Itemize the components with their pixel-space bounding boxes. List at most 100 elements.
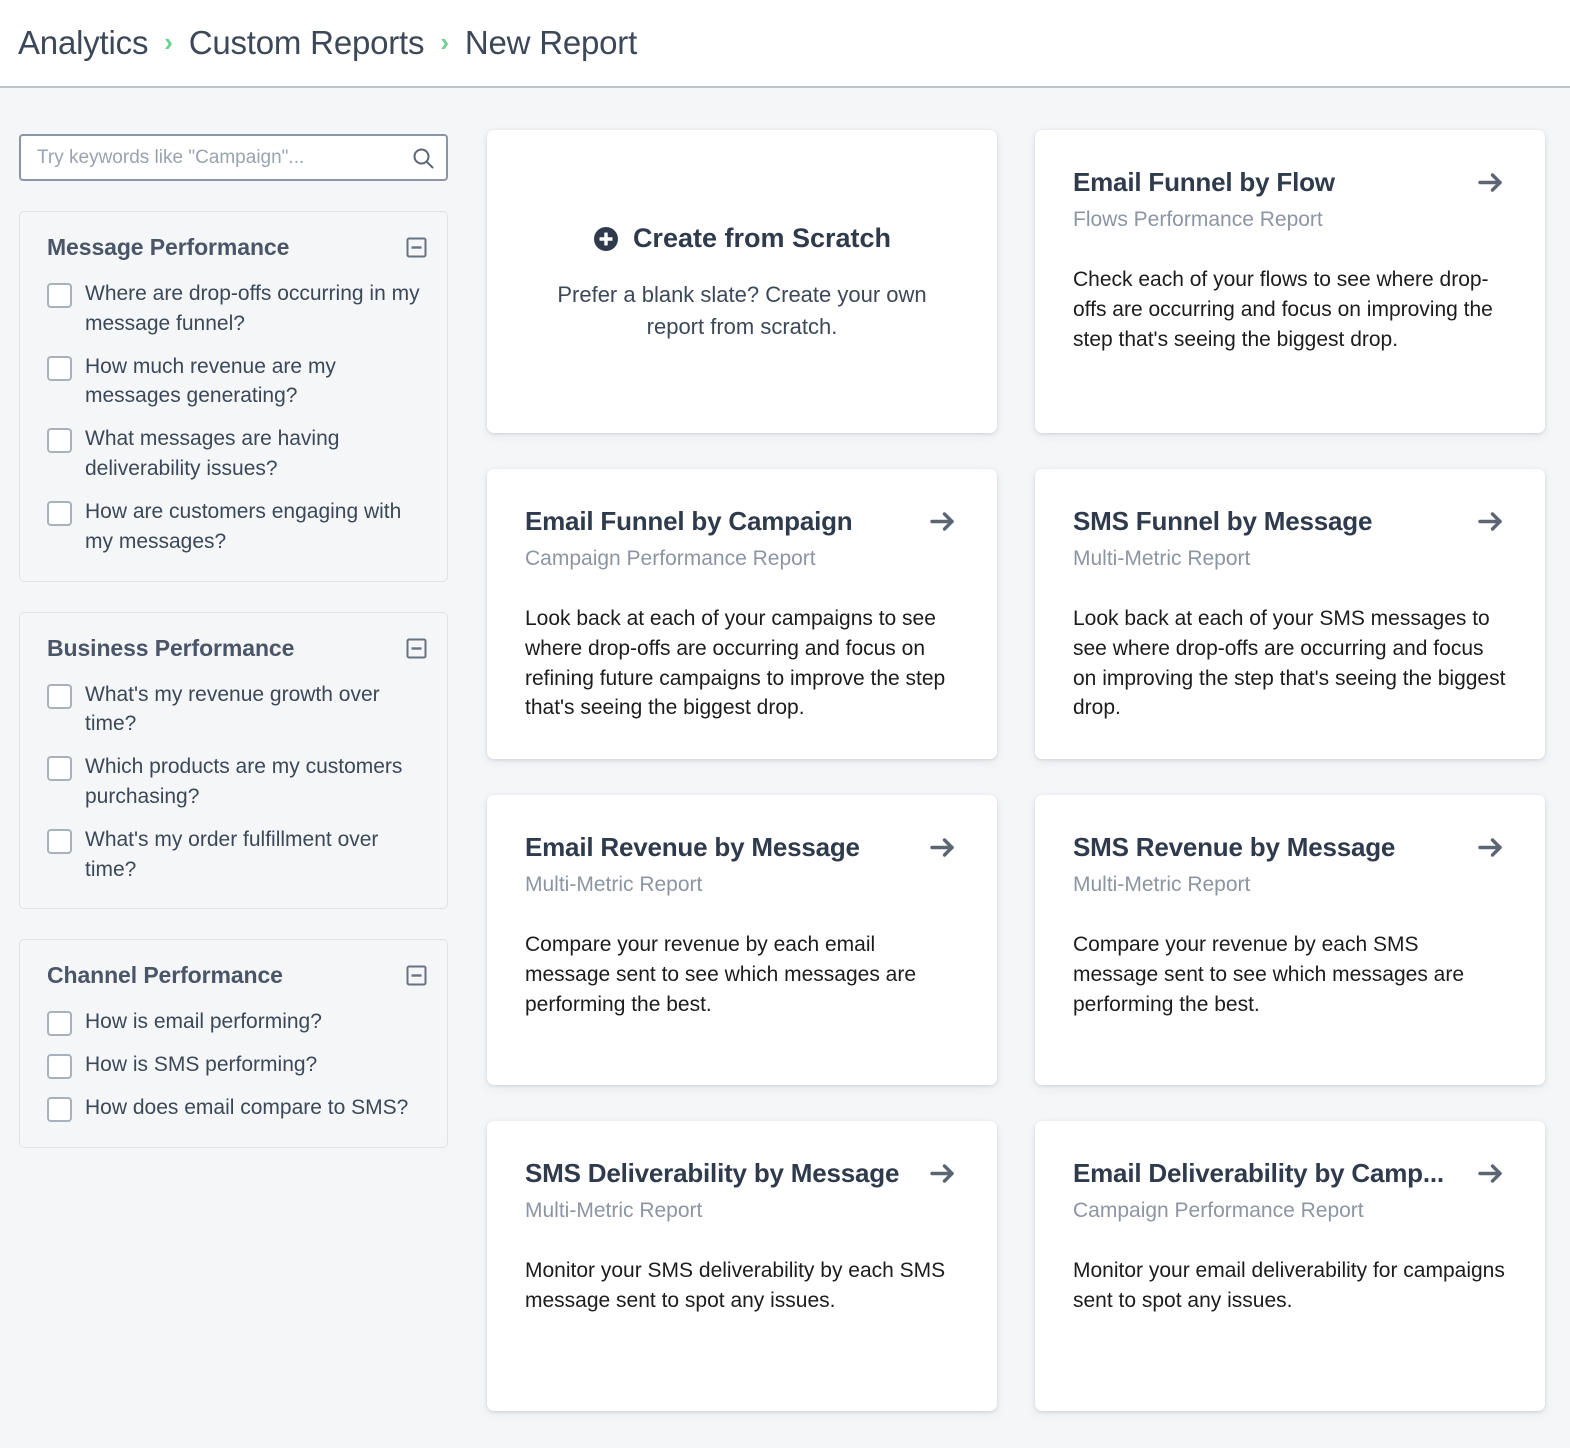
filter-group-channel-performance: Channel Performance How is email perform…	[19, 939, 448, 1147]
filter-checkbox-label: How is SMS performing?	[85, 1050, 317, 1080]
filter-group-business-performance: Business Performance What's my revenue g…	[19, 612, 448, 910]
arrow-right-icon[interactable]	[1474, 166, 1507, 199]
report-card-subtitle: Campaign Performance Report	[1073, 1199, 1507, 1223]
filter-checkbox-label: Which products are my customers purchasi…	[85, 752, 427, 812]
report-card-header: SMS Funnel by Message	[1073, 505, 1507, 538]
arrow-right-icon[interactable]	[1474, 505, 1507, 538]
filter-checkbox-label: Where are drop-offs occurring in my mess…	[85, 279, 427, 339]
checkbox[interactable]	[47, 1011, 72, 1036]
report-card-title: Email Deliverability by Camp...	[1073, 1158, 1444, 1189]
report-card-title: Email Funnel by Flow	[1073, 167, 1335, 198]
report-card-header: SMS Revenue by Message	[1073, 831, 1507, 864]
report-card-subtitle: Multi-Metric Report	[1073, 547, 1507, 571]
report-card-subtitle: Multi-Metric Report	[1073, 873, 1507, 897]
arrow-right-icon[interactable]	[1474, 831, 1507, 864]
filter-checkbox-label: How is email performing?	[85, 1007, 322, 1037]
filter-checkbox-row[interactable]: What messages are having deliverability …	[47, 424, 427, 484]
report-card-sms-funnel-by-message[interactable]: SMS Funnel by Message Multi-Metric Repor…	[1035, 469, 1545, 759]
report-card-description: Look back at each of your campaigns to s…	[525, 604, 959, 723]
arrow-right-icon[interactable]	[926, 831, 959, 864]
filter-group-title: Message Performance	[47, 234, 289, 261]
filter-checkbox-row[interactable]: How does email compare to SMS?	[47, 1093, 427, 1123]
report-card-description: Check each of your flows to see where dr…	[1073, 265, 1507, 354]
filter-group-title: Channel Performance	[47, 962, 283, 989]
breadcrumb: Analytics › Custom Reports › New Report	[18, 24, 637, 62]
report-card-email-funnel-by-campaign[interactable]: Email Funnel by Campaign Campaign Perfor…	[487, 469, 997, 759]
checkbox[interactable]	[47, 501, 72, 526]
checkbox[interactable]	[47, 428, 72, 453]
report-card-description: Compare your revenue by each email messa…	[525, 930, 959, 1019]
report-card-email-revenue-by-message[interactable]: Email Revenue by Message Multi-Metric Re…	[487, 795, 997, 1085]
report-card-title: Email Funnel by Campaign	[525, 506, 852, 537]
filter-checkbox-row[interactable]: What's my revenue growth over time?	[47, 680, 427, 740]
report-card-header: Email Revenue by Message	[525, 831, 959, 864]
checkbox[interactable]	[47, 756, 72, 781]
arrow-right-icon[interactable]	[926, 1157, 959, 1190]
filter-group-header[interactable]: Message Performance	[47, 234, 427, 261]
arrow-right-icon[interactable]	[1474, 1157, 1507, 1190]
report-card-subtitle: Campaign Performance Report	[525, 547, 959, 571]
report-card-description: Monitor your email deliverability for ca…	[1073, 1256, 1507, 1316]
breadcrumb-item-custom-reports[interactable]: Custom Reports	[189, 24, 425, 62]
report-card-email-deliverability-by-campaign[interactable]: Email Deliverability by Camp... Campaign…	[1035, 1121, 1545, 1411]
report-card-subtitle: Multi-Metric Report	[525, 873, 959, 897]
checkbox[interactable]	[47, 1097, 72, 1122]
breadcrumb-item-new-report: New Report	[465, 24, 637, 62]
checkbox[interactable]	[47, 283, 72, 308]
search-input[interactable]	[19, 134, 448, 181]
report-card-sms-deliverability-by-message[interactable]: SMS Deliverability by Message Multi-Metr…	[487, 1121, 997, 1411]
minus-square-icon[interactable]	[406, 638, 427, 659]
filter-checkbox-row[interactable]: How is SMS performing?	[47, 1050, 427, 1080]
filter-group-title: Business Performance	[47, 635, 294, 662]
filter-checkbox-row[interactable]: How much revenue are my messages generat…	[47, 352, 427, 412]
report-card-subtitle: Flows Performance Report	[1073, 208, 1507, 232]
report-card-description: Compare your revenue by each SMS message…	[1073, 930, 1507, 1019]
report-card-sms-revenue-by-message[interactable]: SMS Revenue by Message Multi-Metric Repo…	[1035, 795, 1545, 1085]
search-box[interactable]	[19, 134, 448, 181]
filter-group-header[interactable]: Channel Performance	[47, 962, 427, 989]
minus-square-icon[interactable]	[406, 965, 427, 986]
create-from-scratch-label: Create from Scratch	[633, 223, 891, 254]
breadcrumb-separator-icon: ›	[440, 29, 448, 55]
report-card-header: Email Deliverability by Camp...	[1073, 1157, 1507, 1190]
breadcrumb-separator-icon: ›	[164, 29, 172, 55]
filter-checkbox-label: What's my order fulfillment over time?	[85, 825, 427, 885]
report-card-email-funnel-by-flow[interactable]: Email Funnel by Flow Flows Performance R…	[1035, 130, 1545, 433]
report-card-description: Monitor your SMS deliverability by each …	[525, 1256, 959, 1316]
checkbox[interactable]	[47, 356, 72, 381]
filter-checkbox-label: How much revenue are my messages generat…	[85, 352, 427, 412]
plus-circle-icon	[593, 226, 619, 252]
page-header: Analytics › Custom Reports › New Report	[0, 0, 1570, 88]
report-card-header: SMS Deliverability by Message	[525, 1157, 959, 1190]
checkbox[interactable]	[47, 829, 72, 854]
report-card-description: Look back at each of your SMS messages t…	[1073, 604, 1507, 723]
report-card-subtitle: Multi-Metric Report	[525, 1199, 959, 1223]
create-from-scratch-title: Create from Scratch	[593, 223, 891, 254]
filter-checkbox-row[interactable]: Where are drop-offs occurring in my mess…	[47, 279, 427, 339]
checkbox[interactable]	[47, 1054, 72, 1079]
filter-checkbox-row[interactable]: Which products are my customers purchasi…	[47, 752, 427, 812]
report-card-title: SMS Revenue by Message	[1073, 832, 1395, 863]
filters-sidebar: Message Performance Where are drop-offs …	[0, 88, 470, 1178]
arrow-right-icon[interactable]	[926, 505, 959, 538]
report-card-header: Email Funnel by Flow	[1073, 166, 1507, 199]
create-from-scratch-description: Prefer a blank slate? Create your own re…	[542, 279, 942, 341]
report-template-grid: Create from Scratch Prefer a blank slate…	[470, 88, 1570, 1411]
filter-group-header[interactable]: Business Performance	[47, 635, 427, 662]
report-card-title: SMS Deliverability by Message	[525, 1158, 899, 1189]
filter-checkbox-row[interactable]: How are customers engaging with my messa…	[47, 497, 427, 557]
minus-square-icon[interactable]	[406, 237, 427, 258]
breadcrumb-item-analytics[interactable]: Analytics	[18, 24, 148, 62]
page-body: Message Performance Where are drop-offs …	[0, 88, 1570, 1448]
report-card-title: SMS Funnel by Message	[1073, 506, 1372, 537]
filter-checkbox-label: How does email compare to SMS?	[85, 1093, 408, 1123]
filter-checkbox-row[interactable]: How is email performing?	[47, 1007, 427, 1037]
create-from-scratch-card[interactable]: Create from Scratch Prefer a blank slate…	[487, 130, 997, 433]
filter-checkbox-label: What's my revenue growth over time?	[85, 680, 427, 740]
filter-checkbox-label: How are customers engaging with my messa…	[85, 497, 427, 557]
checkbox[interactable]	[47, 684, 72, 709]
filter-group-message-performance: Message Performance Where are drop-offs …	[19, 211, 448, 582]
report-card-header: Email Funnel by Campaign	[525, 505, 959, 538]
report-card-title: Email Revenue by Message	[525, 832, 860, 863]
filter-checkbox-row[interactable]: What's my order fulfillment over time?	[47, 825, 427, 885]
